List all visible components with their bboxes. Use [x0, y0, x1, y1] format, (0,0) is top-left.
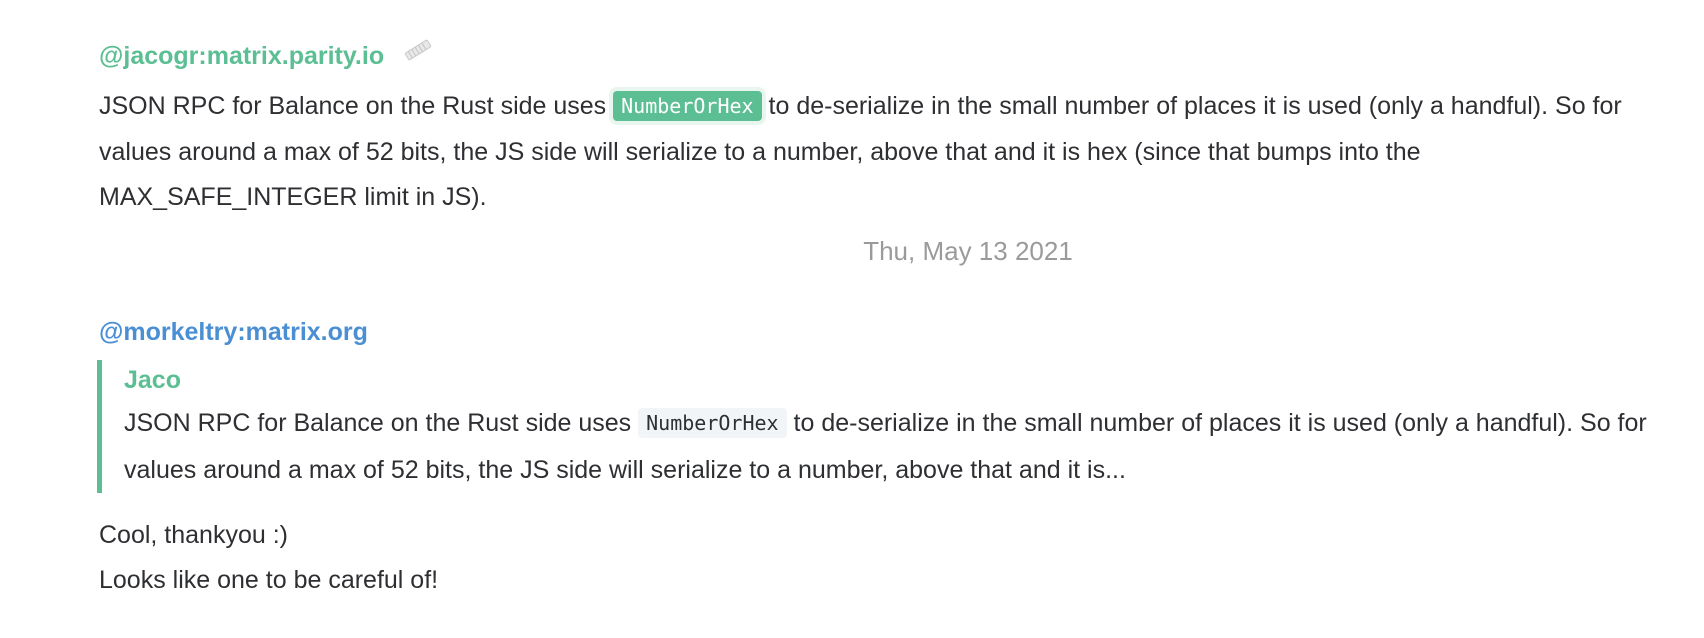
inline-code: NumberOrHex: [613, 91, 762, 121]
message-line: Cool, thankyou :): [99, 521, 288, 549]
message-timeline: @jacogr:matrix.parity.io JSON RPC for Ba…: [0, 0, 1704, 638]
sender-name-text: @jacogr:matrix.parity.io: [99, 42, 385, 70]
date-separator: Thu, May 13 2021: [863, 236, 1073, 266]
quote-sender-name: Jaco: [124, 366, 181, 394]
sender-name[interactable]: @morkeltry:matrix.org: [99, 316, 368, 348]
quote-text: JSON RPC for Balance on the Rust side us…: [124, 400, 1684, 493]
sender-name-text: @morkeltry:matrix.org: [99, 318, 368, 346]
quote-text-start: JSON RPC for Balance on the Rust side us…: [124, 409, 639, 437]
message-line: Looks like one to be careful of!: [99, 566, 439, 594]
message-body: JSON RPC for Balance on the Rust side us…: [99, 84, 1679, 220]
sender-name[interactable]: @jacogr:matrix.parity.io: [99, 40, 433, 72]
message-text-start: JSON RPC for Balance on the Rust side us…: [99, 92, 614, 120]
pencil-edit-icon: [403, 38, 433, 70]
inline-code: NumberOrHex: [638, 408, 787, 438]
reply-quote[interactable]: Jaco JSON RPC for Balance on the Rust si…: [97, 360, 1682, 493]
